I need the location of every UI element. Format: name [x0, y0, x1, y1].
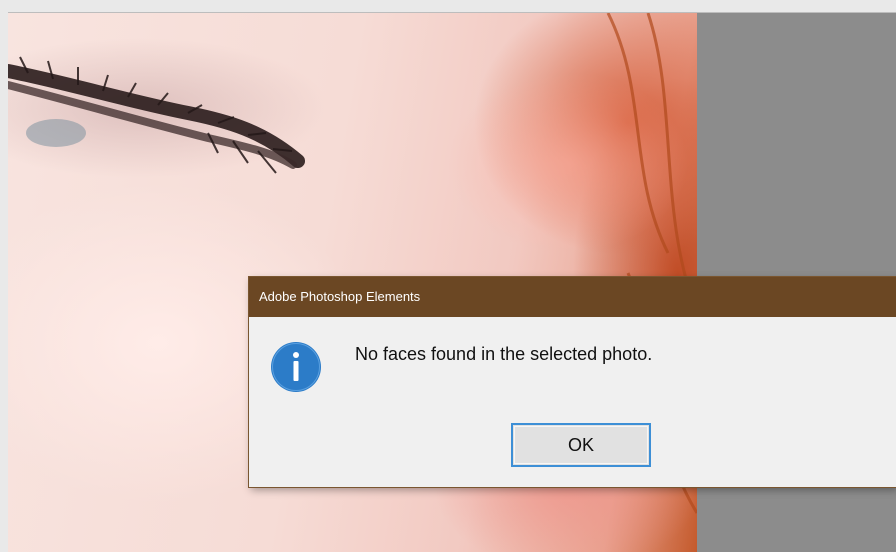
- info-icon: [271, 342, 321, 392]
- dialog-body: No faces found in the selected photo. OK: [249, 317, 896, 487]
- ok-button[interactable]: OK: [511, 423, 651, 467]
- dialog-title[interactable]: Adobe Photoshop Elements: [249, 277, 896, 317]
- app-window: Adobe Photoshop Elements No faces found …: [0, 0, 896, 552]
- dialog-message: No faces found in the selected photo.: [355, 344, 653, 364]
- message-dialog: Adobe Photoshop Elements No faces found …: [249, 277, 896, 487]
